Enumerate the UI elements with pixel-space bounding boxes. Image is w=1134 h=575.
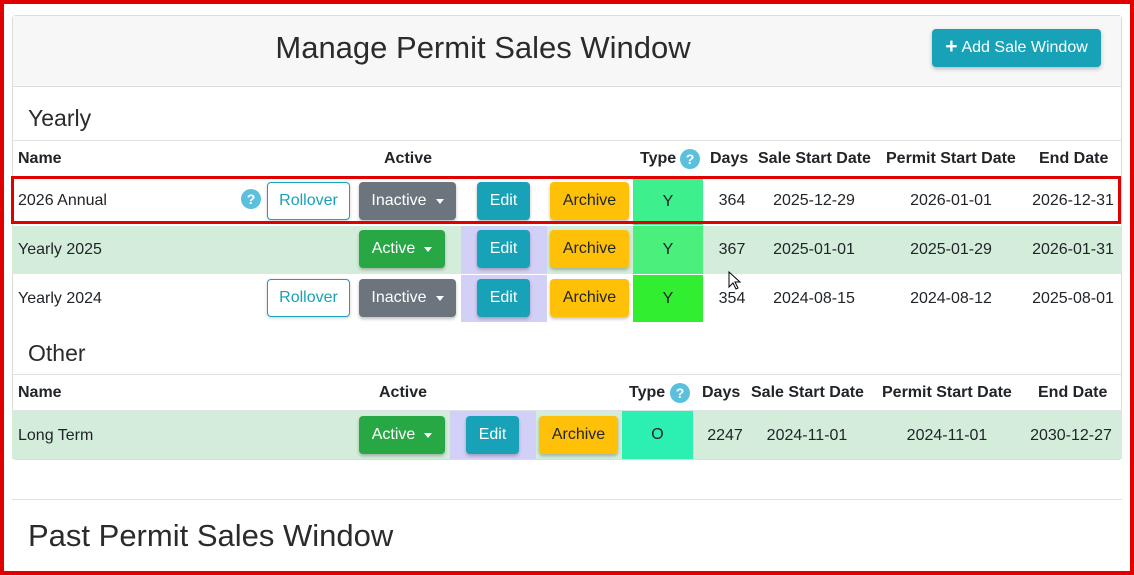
section-title-yearly: Yearly xyxy=(28,105,92,131)
caret-down-icon xyxy=(435,295,444,301)
table-row: Long Term Active Edit Archive O 2247 202… xyxy=(12,411,1122,459)
add-sale-window-button[interactable]: + Add Sale Window xyxy=(932,29,1101,67)
row-name: Yearly 2025 xyxy=(18,241,102,258)
column-header-active: Active xyxy=(379,384,428,401)
table-row: Yearly 2025 Active Edit Archive Y 367 20… xyxy=(12,226,1122,274)
column-header-type: Type xyxy=(629,384,666,401)
column-header-sale-start: Sale Start Date xyxy=(758,150,871,167)
row-name: Long Term xyxy=(18,427,94,444)
card-header: Manage Permit Sales Window + Add Sale Wi… xyxy=(13,16,1121,87)
edit-button[interactable]: Edit xyxy=(477,182,530,220)
rollover-button[interactable]: Rollover xyxy=(267,182,350,220)
days-cell: 367 xyxy=(718,241,746,258)
column-header-permit-start: Permit Start Date xyxy=(886,150,1016,167)
help-icon[interactable]: ? xyxy=(241,189,261,209)
caret-down-icon xyxy=(424,432,433,438)
caret-down-icon xyxy=(424,246,433,252)
sale-start-cell: 2024-11-01 xyxy=(766,427,848,444)
sale-start-cell: 2025-12-29 xyxy=(773,192,855,209)
caret-down-icon xyxy=(435,198,444,204)
divider xyxy=(12,499,1122,500)
column-header-sale-start: Sale Start Date xyxy=(751,384,864,401)
type-cell: Y xyxy=(633,275,703,322)
page-title: Manage Permit Sales Window xyxy=(275,30,691,65)
status-dropdown-button[interactable]: Inactive xyxy=(359,182,456,220)
column-header-type: Type xyxy=(640,150,677,167)
divider xyxy=(12,140,1122,141)
column-header-end: End Date xyxy=(1038,384,1108,401)
status-dropdown-button[interactable]: Active xyxy=(359,230,445,268)
archive-button[interactable]: Archive xyxy=(550,279,629,317)
edit-button[interactable]: Edit xyxy=(477,279,530,317)
permit-start-cell: 2024-11-01 xyxy=(906,427,988,444)
end-date-cell: 2030-12-27 xyxy=(1030,427,1112,444)
days-cell: 354 xyxy=(718,290,746,307)
column-header-active: Active xyxy=(384,150,433,167)
column-header-permit-start: Permit Start Date xyxy=(882,384,1012,401)
days-cell: 2247 xyxy=(707,427,743,444)
archive-button[interactable]: Archive xyxy=(550,182,629,220)
type-cell: Y xyxy=(633,226,703,274)
table-row: Yearly 2024 Rollover Inactive Edit Archi… xyxy=(12,275,1122,322)
column-header-days: Days xyxy=(702,384,741,401)
edit-button[interactable]: Edit xyxy=(466,416,519,454)
type-help-icon[interactable]: ? xyxy=(670,383,690,403)
archive-button[interactable]: Archive xyxy=(539,416,618,454)
column-header-name: Name xyxy=(18,150,62,167)
column-header-end: End Date xyxy=(1039,150,1109,167)
archive-button[interactable]: Archive xyxy=(550,230,629,268)
status-dropdown-button[interactable]: Active xyxy=(359,416,445,454)
rollover-button[interactable]: Rollover xyxy=(267,279,350,317)
row-name: 2026 Annual xyxy=(18,192,107,209)
add-sale-window-label: Add Sale Window xyxy=(961,39,1088,56)
permit-start-cell: 2025-01-29 xyxy=(910,241,992,258)
sale-start-cell: 2025-01-01 xyxy=(773,241,855,258)
end-date-cell: 2026-01-31 xyxy=(1032,241,1114,258)
column-header-days: Days xyxy=(710,150,749,167)
end-date-cell: 2025-08-01 xyxy=(1032,290,1114,307)
column-header-name: Name xyxy=(18,384,62,401)
days-cell: 364 xyxy=(718,192,746,209)
sale-start-cell: 2024-08-15 xyxy=(773,290,855,307)
end-date-cell: 2026-12-31 xyxy=(1032,192,1114,209)
past-section-title: Past Permit Sales Window xyxy=(28,518,394,553)
table-row: 2026 Annual ? Rollover Inactive Edit Arc… xyxy=(12,178,1122,225)
type-cell: Y xyxy=(633,178,703,225)
section-title-other: Other xyxy=(28,340,86,366)
divider xyxy=(12,374,1122,375)
permit-start-cell: 2024-08-12 xyxy=(910,290,992,307)
permit-start-cell: 2026-01-01 xyxy=(910,192,992,209)
mouse-cursor-icon xyxy=(728,271,742,290)
type-cell: O xyxy=(622,411,693,459)
status-dropdown-button[interactable]: Inactive xyxy=(359,279,456,317)
type-help-icon[interactable]: ? xyxy=(680,149,700,169)
row-name: Yearly 2024 xyxy=(18,290,102,307)
edit-button[interactable]: Edit xyxy=(477,230,530,268)
plus-icon: + xyxy=(945,35,958,58)
